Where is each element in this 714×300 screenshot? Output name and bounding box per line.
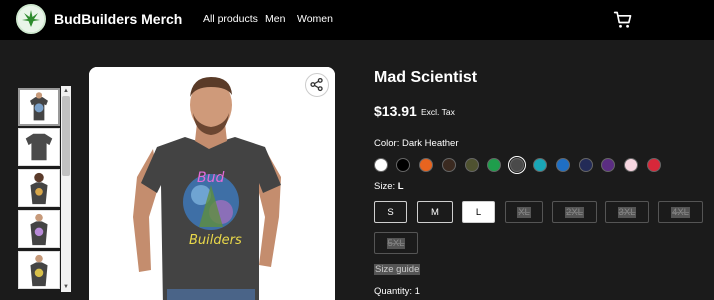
size-guide-link[interactable]: Size guide: [374, 264, 421, 275]
quantity-value: 1: [414, 286, 420, 297]
size-value: L: [397, 181, 404, 192]
top-header: BudBuilders Merch All products Men Women: [0, 0, 714, 40]
color-swatch[interactable]: [374, 158, 388, 172]
nav-men[interactable]: Men: [265, 13, 285, 25]
thumbnail-4[interactable]: [18, 210, 60, 248]
color-swatch[interactable]: [487, 158, 501, 172]
scrollbar-thumb[interactable]: [62, 96, 70, 176]
product-photo: Bud Builders: [89, 67, 335, 300]
size-option-5xl[interactable]: 5XL: [374, 232, 418, 254]
scroll-up-icon[interactable]: ▲: [61, 86, 71, 96]
color-swatch[interactable]: [510, 158, 524, 172]
nav-all-products[interactable]: All products: [203, 13, 258, 25]
size-option-label: XL: [517, 206, 531, 218]
color-swatch[interactable]: [601, 158, 615, 172]
size-option-label: L: [475, 206, 482, 218]
color-swatch[interactable]: [556, 158, 570, 172]
color-swatch[interactable]: [396, 158, 410, 172]
product-title: Mad Scientist: [374, 69, 478, 86]
size-option-3xl[interactable]: 3XL: [605, 201, 649, 223]
color-swatch[interactable]: [419, 158, 433, 172]
nav-women[interactable]: Women: [297, 13, 333, 25]
size-option-2xl[interactable]: 2XL: [552, 201, 597, 223]
cannabis-leaf-icon[interactable]: [16, 4, 46, 34]
size-option-label: 2XL: [565, 206, 584, 218]
size-label-text: Size:: [374, 181, 396, 192]
product-price: $13.91: [374, 103, 417, 119]
thumbnail-3[interactable]: [18, 169, 60, 207]
size-option-xl[interactable]: XL: [505, 201, 543, 223]
print-text-bud: Bud: [197, 170, 224, 186]
print-text-builders: Builders: [189, 233, 242, 248]
color-swatch[interactable]: [442, 158, 456, 172]
color-swatch[interactable]: [579, 158, 593, 172]
size-option-label: 5XL: [386, 237, 406, 249]
product-image[interactable]: Bud Builders: [89, 67, 335, 300]
quantity-label: Quantity: 1: [374, 286, 420, 297]
size-option-m[interactable]: M: [417, 201, 453, 223]
brand-name[interactable]: BudBuilders Merch: [54, 11, 182, 27]
thumbnail-scrollbar[interactable]: ▲ ▼: [61, 86, 71, 292]
color-swatch[interactable]: [465, 158, 479, 172]
thumbnail-1[interactable]: [18, 88, 60, 126]
size-label: Size: L: [374, 181, 404, 192]
size-option-4xl[interactable]: 4XL: [658, 201, 703, 223]
thumbnail-5[interactable]: [18, 251, 60, 289]
size-option-label: M: [431, 206, 439, 218]
tax-note: Excl. Tax: [421, 107, 455, 117]
color-label: Color: Dark Heather: [374, 138, 458, 149]
size-option-label: S: [387, 206, 394, 218]
size-option-l[interactable]: L: [462, 201, 495, 223]
color-value: Dark Heather: [401, 138, 459, 149]
color-swatch[interactable]: [533, 158, 547, 172]
size-option-label: 4XL: [671, 206, 690, 218]
scroll-down-icon[interactable]: ▼: [61, 282, 71, 292]
quantity-label-text: Quantity:: [374, 286, 413, 297]
size-option-label: 3XL: [617, 206, 637, 218]
color-label-text: Color:: [374, 138, 400, 149]
share-icon[interactable]: [305, 73, 329, 97]
color-swatch[interactable]: [624, 158, 638, 172]
color-swatch[interactable]: [647, 158, 661, 172]
size-option-s[interactable]: S: [374, 201, 407, 223]
cart-icon[interactable]: [613, 10, 633, 30]
thumbnail-2[interactable]: [18, 128, 60, 166]
